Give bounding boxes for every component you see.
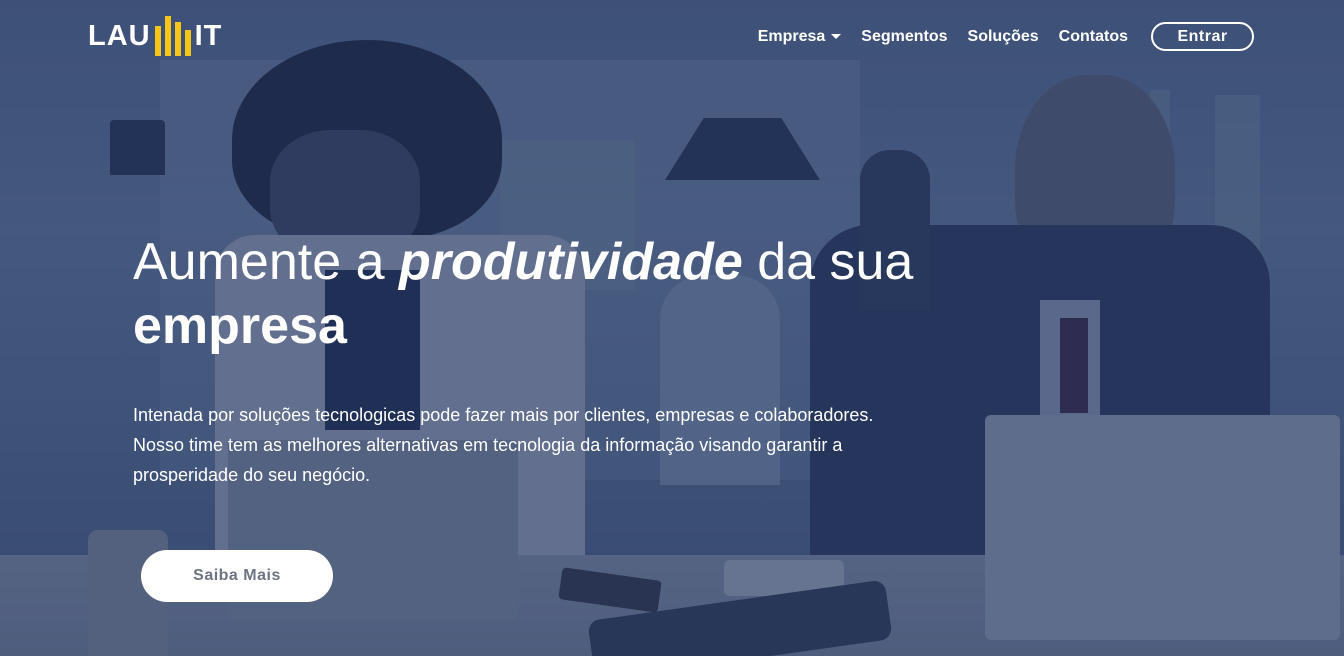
top-navbar: LAU IT Empresa Segmentos Soluções Contat… — [0, 0, 1344, 76]
headline-emphasis: produtividade — [398, 233, 743, 291]
logo-bars-icon — [154, 16, 191, 56]
brand-logo[interactable]: LAU IT — [88, 14, 222, 58]
saiba-mais-button[interactable]: Saiba Mais — [141, 550, 333, 602]
headline-line2: empresa — [133, 297, 347, 355]
nav-item-empresa[interactable]: Empresa — [758, 28, 842, 46]
subtitle-line1: Intenada por soluções tecnologicas pode … — [133, 405, 874, 425]
nav-item-empresa-label: Empresa — [757, 27, 826, 45]
nav-item-solucoes[interactable]: Soluções — [968, 28, 1039, 46]
hero-headline: Aumente a produtividade da sua empresa — [133, 230, 1033, 358]
logo-text-suffix: IT — [194, 19, 223, 52]
subtitle-line2: Nosso time tem as melhores alternativas … — [133, 435, 843, 455]
login-button[interactable]: Entrar — [1151, 22, 1254, 51]
chevron-down-icon — [831, 34, 842, 39]
headline-part2: da sua — [742, 233, 914, 291]
nav-item-segmentos[interactable]: Segmentos — [861, 28, 947, 46]
hero-subtitle: Intenada por soluções tecnologicas pode … — [133, 400, 993, 490]
subtitle-line3: prosperidade do seu negócio. — [133, 465, 371, 485]
headline-part1: Aumente a — [133, 233, 399, 291]
nav-item-contatos[interactable]: Contatos — [1059, 28, 1128, 46]
logo-text-prefix: LAU — [88, 19, 151, 52]
main-menu: Empresa Segmentos Soluções Contatos Entr… — [738, 22, 1254, 51]
